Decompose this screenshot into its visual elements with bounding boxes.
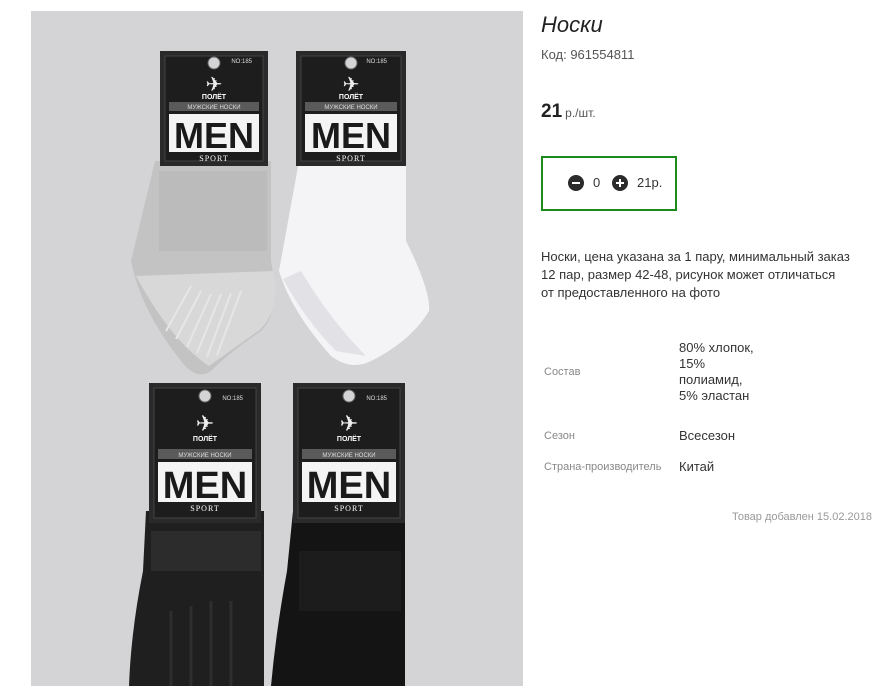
quantity-value[interactable]: 0	[593, 175, 600, 191]
spec-label: Состав	[544, 366, 581, 378]
package-card: NO:185 ✈ ПОЛЁТ МУЖСКИЕ НОСКИ MEN SPORT	[160, 51, 268, 166]
spec-row: Страна-производитель Китай	[541, 450, 759, 484]
sock-white	[279, 161, 430, 365]
package-line: SPORT	[334, 504, 363, 513]
sock-black-left	[129, 511, 264, 686]
product-title: Носки	[541, 12, 603, 37]
package-card: NO:185 ✈ ПОЛЁТ МУЖСКИЕ НОСКИ MEN SPORT	[149, 383, 261, 523]
package-brand: ПОЛЁТ	[339, 93, 364, 101]
spec-value: 80% хлопок, 15% полиамид, 5% эластан	[679, 340, 754, 403]
svg-text:✈: ✈	[206, 74, 223, 96]
spec-label: Страна-производитель	[544, 461, 662, 473]
svg-text:✈: ✈	[343, 74, 360, 96]
decrease-quantity-button[interactable]	[568, 175, 584, 191]
package-line: SPORT	[199, 154, 228, 163]
increase-quantity-button[interactable]	[612, 175, 628, 191]
sock-black-right	[271, 511, 405, 686]
package-big-text: MEN	[307, 465, 391, 507]
package-big-text: MEN	[163, 465, 247, 507]
spec-row: Сезон Всесезон	[541, 422, 759, 450]
specs-table: Состав 80% хлопок, 15% полиамид, 5% элас…	[541, 322, 759, 484]
minus-icon	[572, 182, 580, 184]
package-card: NO:185 ✈ ПОЛЁТ МУЖСКИЕ НОСКИ MEN SPORT	[296, 51, 406, 166]
product-photo[interactable]: NO:185 ✈ ПОЛЁТ МУЖСКИЕ НОСКИ MEN SPORT N…	[31, 11, 523, 686]
package-subtitle: МУЖСКИЕ НОСКИ	[187, 105, 240, 111]
price-value: 21	[541, 101, 563, 122]
product-code: Код: 961554811	[541, 47, 635, 62]
package-subtitle: МУЖСКИЕ НОСКИ	[324, 105, 377, 111]
package-line: SPORT	[336, 154, 365, 163]
spec-value: Всесезон	[679, 428, 736, 443]
package-brand: ПОЛЁТ	[193, 435, 218, 443]
package-model: NO:185	[366, 59, 387, 65]
package-model: NO:185	[366, 396, 387, 402]
quantity-sum: 21р.	[637, 175, 663, 190]
package-model: NO:185	[222, 396, 243, 402]
package-big-text: MEN	[174, 115, 254, 156]
product-page: NO:185 ✈ ПОЛЁТ МУЖСКИЕ НОСКИ MEN SPORT N…	[0, 0, 873, 686]
spec-row: Состав 80% хлопок, 15% полиамид, 5% элас…	[541, 322, 759, 422]
svg-text:✈: ✈	[340, 411, 358, 436]
product-description: Носки, цена указана за 1 пару, минимальн…	[541, 249, 850, 300]
package-line: SPORT	[190, 504, 219, 513]
product-price: 21 р./шт.	[541, 101, 596, 123]
price-unit: р./шт.	[565, 106, 596, 120]
package-brand: ПОЛЁТ	[202, 93, 227, 101]
added-date: Товар добавлен 15.02.2018	[731, 511, 872, 523]
package-card: NO:185 ✈ ПОЛЁТ МУЖСКИЕ НОСКИ MEN SPORT	[293, 383, 405, 523]
quantity-selector: 0 21р.	[541, 156, 677, 211]
package-subtitle: МУЖСКИЕ НОСКИ	[322, 453, 375, 459]
spec-value: Китай	[679, 459, 715, 474]
spec-label: Сезон	[544, 430, 575, 442]
package-subtitle: МУЖСКИЕ НОСКИ	[178, 453, 231, 459]
package-brand: ПОЛЁТ	[337, 435, 362, 443]
package-model: NO:185	[231, 59, 252, 65]
package-big-text: MEN	[311, 115, 391, 156]
svg-text:✈: ✈	[196, 411, 214, 436]
sock-grey	[131, 161, 276, 375]
